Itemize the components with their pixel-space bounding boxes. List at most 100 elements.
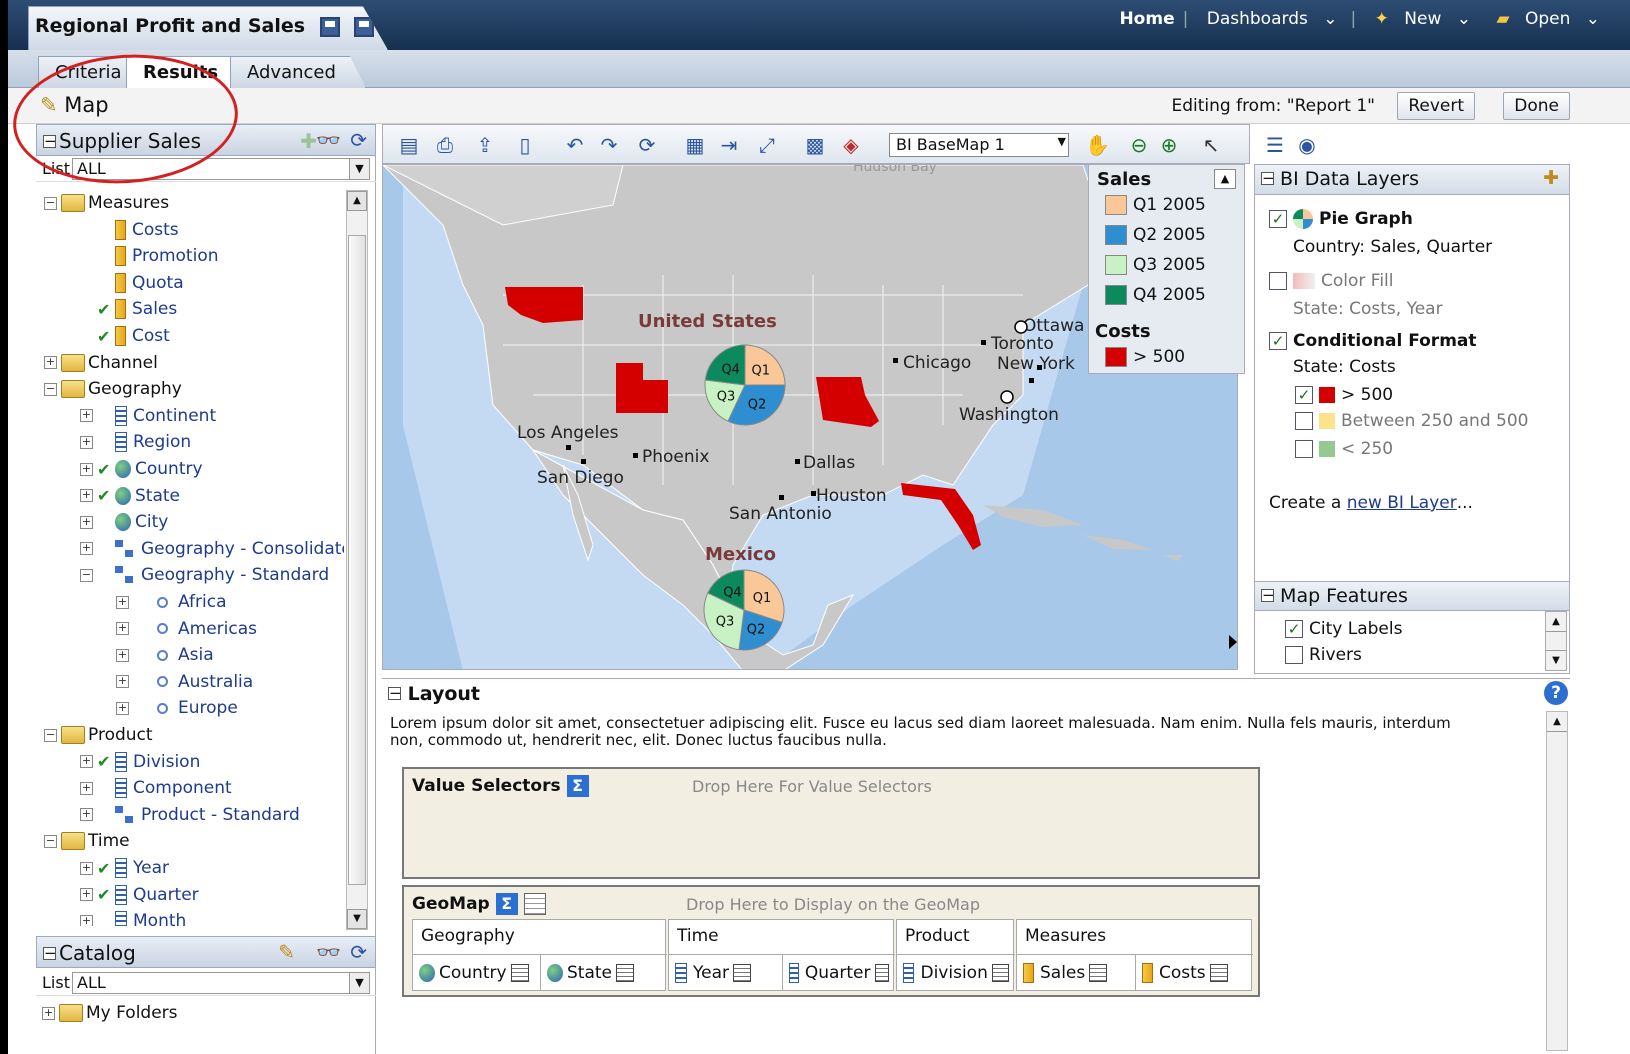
document-icon[interactable]: ▯: [513, 133, 537, 157]
pie-graph-checkbox[interactable]: ✓: [1269, 210, 1287, 228]
refresh-icon[interactable]: ⟳: [350, 128, 367, 152]
color-fill-checkbox[interactable]: [1269, 272, 1287, 290]
table-icon[interactable]: ▦: [683, 133, 707, 157]
open-menu[interactable]: ▰ Open ⌄: [1491, 9, 1605, 29]
home-link[interactable]: Home: [1119, 9, 1174, 29]
tree-item[interactable]: + Component: [80, 775, 232, 801]
column-options-icon[interactable]: [991, 963, 1009, 982]
layout-group[interactable]: Geography Country State: [412, 919, 667, 991]
tree-item[interactable]: + ✔ State: [80, 483, 180, 509]
tree-item[interactable]: + Africa: [116, 589, 227, 615]
expand-icon[interactable]: +: [116, 622, 129, 636]
rivers-option[interactable]: Rivers: [1285, 645, 1362, 665]
save-icon[interactable]: [320, 17, 341, 37]
column-options-icon[interactable]: [874, 963, 889, 982]
expand-icon[interactable]: +: [116, 595, 129, 609]
tree-item[interactable]: + ✔ Country: [80, 456, 203, 482]
tree-item[interactable]: − Geography: [44, 376, 182, 402]
expand-icon[interactable]: +: [80, 781, 93, 795]
binoculars-icon[interactable]: 👓: [316, 128, 341, 152]
pie-graph-layer[interactable]: ✓ Pie Graph: [1269, 209, 1413, 229]
tree-scrollbar[interactable]: ▲ ▼: [346, 190, 368, 930]
condition-item[interactable]: ✓ > 500: [1295, 385, 1393, 405]
column-options-icon[interactable]: [1089, 963, 1108, 982]
tree-item[interactable]: − Product: [44, 722, 153, 748]
resize-icon[interactable]: ⤢: [755, 133, 779, 157]
collapse-icon[interactable]: −: [44, 728, 57, 742]
city-labels-option[interactable]: ✓ City Labels: [1285, 619, 1402, 639]
tab-advanced[interactable]: Advanced: [230, 56, 366, 88]
pie-chart-united-states[interactable]: Q1 Q2 Q3 Q4: [704, 344, 786, 426]
layout-column-item[interactable]: Costs: [1135, 954, 1253, 990]
done-button[interactable]: Done: [1503, 92, 1570, 120]
tree-item[interactable]: + Product - Standard: [80, 802, 300, 828]
column-options-icon[interactable]: [510, 963, 529, 982]
zoom-out-icon[interactable]: ⊖: [1127, 133, 1151, 157]
grid-icon[interactable]: ▩: [803, 133, 827, 157]
tree-item[interactable]: + Region: [80, 429, 191, 455]
upload-icon[interactable]: ⇪: [473, 133, 497, 157]
refresh-icon[interactable]: ⟳: [635, 133, 659, 157]
expand-icon[interactable]: +: [116, 675, 129, 689]
collapse-icon[interactable]: −: [1261, 171, 1275, 186]
tree-item[interactable]: Costs: [80, 217, 179, 243]
collapse-icon[interactable]: −: [43, 946, 57, 961]
print-icon[interactable]: ⎙: [433, 133, 457, 157]
expand-icon[interactable]: +: [80, 914, 93, 926]
catalog-item[interactable]: + My Folders: [42, 1000, 178, 1026]
layout-scrollbar[interactable]: ▲: [1546, 711, 1568, 1051]
catalog-list-select[interactable]: ALL ▼: [72, 972, 370, 994]
layout-column-item[interactable]: Division: [897, 954, 1015, 990]
features-scrollbar[interactable]: ▲ ▼: [1545, 611, 1567, 671]
condition-item[interactable]: < 250: [1295, 439, 1393, 459]
collapse-icon[interactable]: −: [43, 134, 57, 149]
undo-icon[interactable]: ↶: [563, 133, 587, 157]
layout-column-item[interactable]: Sales: [1017, 954, 1135, 990]
expand-icon[interactable]: +: [44, 356, 57, 370]
tree-item[interactable]: + Geography - Consolidated: [80, 536, 344, 562]
expand-icon[interactable]: +: [80, 409, 93, 423]
layout-column-item[interactable]: Quarter: [782, 954, 895, 990]
list-view-icon[interactable]: ☰: [1263, 133, 1287, 157]
tree-item[interactable]: Quota: [80, 270, 184, 296]
geomap-dropzone[interactable]: GeoMap Σ Drop Here to Display on the GeoM…: [402, 885, 1260, 997]
collapse-icon[interactable]: −: [44, 834, 57, 848]
expand-icon[interactable]: +: [80, 861, 93, 875]
layout-column-item[interactable]: Year: [669, 954, 782, 990]
add-icon[interactable]: ✚: [300, 129, 317, 153]
refresh-icon[interactable]: ⟳: [350, 940, 367, 964]
tree-item[interactable]: + ✔ Division: [80, 749, 200, 775]
tree-item[interactable]: + ✔ Year: [80, 855, 169, 881]
expand-icon[interactable]: +: [80, 515, 93, 529]
collapse-icon[interactable]: −: [44, 382, 57, 396]
tab-results[interactable]: Results: [126, 56, 244, 89]
new-menu[interactable]: ✦ New ⌄: [1370, 9, 1476, 29]
collapse-icon[interactable]: −: [1261, 588, 1275, 603]
revert-button[interactable]: Revert: [1397, 92, 1475, 120]
conditional-format-checkbox[interactable]: ✓: [1269, 332, 1287, 350]
expand-icon[interactable]: +: [80, 489, 93, 503]
save-as-icon[interactable]: [353, 17, 374, 37]
layout-column-item[interactable]: Country: [413, 954, 540, 990]
tree-item[interactable]: + Europe: [116, 695, 238, 721]
basemap-select[interactable]: BI BaseMap 1 ▼: [889, 133, 1069, 157]
tree-item[interactable]: + Americas: [116, 616, 257, 642]
tree-item[interactable]: + Australia: [116, 669, 253, 695]
pie-chart-mexico[interactable]: Q1 Q2 Q3 Q4: [703, 569, 785, 651]
expand-icon[interactable]: +: [80, 542, 93, 556]
tree-item[interactable]: + ✔ Quarter: [80, 882, 199, 908]
expand-icon[interactable]: +: [80, 462, 93, 476]
redo-icon[interactable]: ↷: [597, 133, 621, 157]
layout-group[interactable]: Time Year Quarter: [668, 919, 895, 991]
layout-group[interactable]: Product Division: [896, 919, 1015, 991]
tree-item[interactable]: Promotion: [80, 243, 219, 269]
tree-item[interactable]: + City: [80, 509, 168, 535]
color-fill-layer[interactable]: Color Fill: [1269, 271, 1394, 291]
new-layer-icon[interactable]: ✚: [1543, 167, 1559, 189]
indent-icon[interactable]: ⇥: [717, 133, 741, 157]
dashboards-menu[interactable]: Dashboards ⌄: [1202, 9, 1343, 29]
conditional-format-layer[interactable]: ✓ Conditional Format: [1269, 331, 1477, 351]
pan-hand-icon[interactable]: ✋: [1085, 133, 1110, 157]
new-bi-layer-link[interactable]: new BI Layer: [1347, 493, 1457, 513]
tree-item[interactable]: + Continent: [80, 403, 216, 429]
